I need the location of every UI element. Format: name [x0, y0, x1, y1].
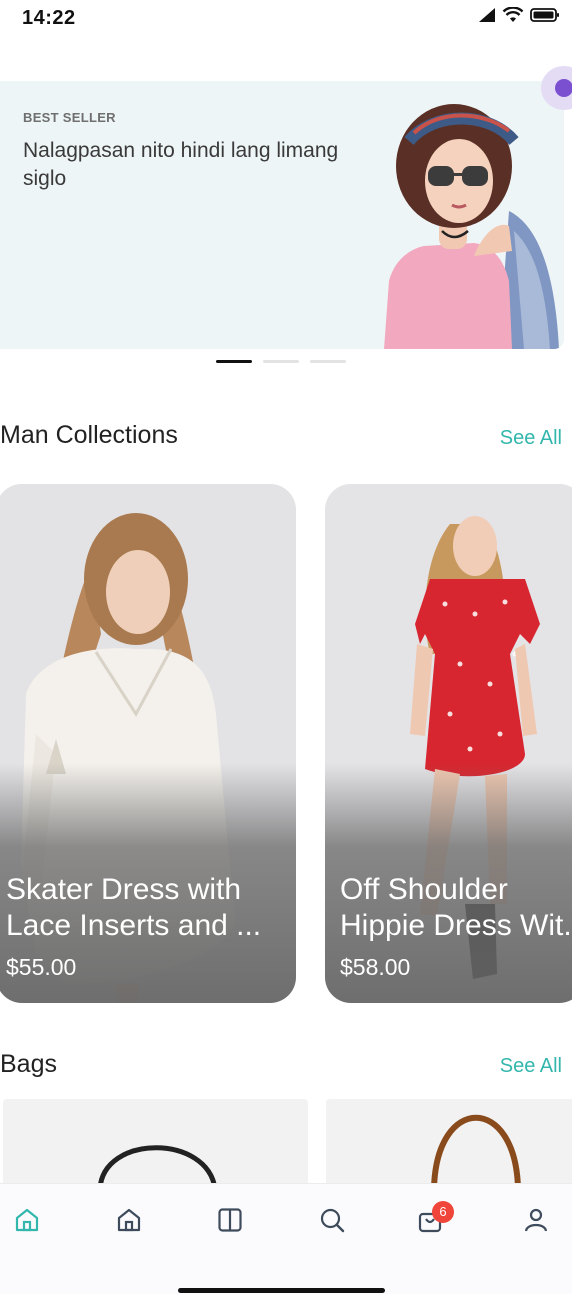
see-all-man-collections-link[interactable]: See All	[500, 427, 562, 450]
banner-title: Nalagpasan nito hindi lang limang siglo	[23, 139, 339, 190]
banner-model-image	[384, 104, 559, 349]
nav-profile[interactable]	[519, 1203, 553, 1237]
signal-icon	[479, 8, 495, 22]
product-card[interactable]: Skater Dress with Lace Inserts and ... $…	[0, 484, 296, 1003]
see-all-bags-link[interactable]: See All	[500, 1055, 562, 1078]
product-price: $58.00	[340, 954, 411, 980]
layout-icon	[218, 1208, 242, 1232]
product-name: Off Shoulder Hippie Dress Wit...	[340, 873, 572, 942]
nav-store[interactable]	[112, 1203, 146, 1237]
product-name: Skater Dress with Lace Inserts and ...	[6, 873, 262, 942]
product-card[interactable]: Off Shoulder Hippie Dress Wit... $58.00	[325, 484, 572, 1003]
home-indicator	[178, 1288, 385, 1293]
section-title-man-collections: Man Collections	[0, 421, 178, 449]
carousel-dot[interactable]	[310, 360, 346, 363]
profile-icon	[524, 1208, 548, 1232]
assistant-dot-icon	[555, 79, 572, 97]
bag-image	[431, 1114, 521, 1189]
bag-card[interactable]	[3, 1099, 308, 1189]
status-bar: 14:22	[0, 0, 572, 40]
section-title-bags: Bags	[0, 1050, 57, 1078]
carousel-dot[interactable]	[263, 360, 299, 363]
home-icon	[15, 1208, 39, 1232]
nav-search[interactable]	[315, 1203, 349, 1237]
wifi-icon	[502, 7, 524, 22]
carousel-dot-active[interactable]	[216, 360, 252, 363]
store-icon	[117, 1208, 141, 1232]
battery-icon	[530, 8, 559, 22]
cart-badge: 6	[432, 1201, 454, 1223]
search-icon	[320, 1208, 345, 1233]
nav-home[interactable]	[10, 1203, 44, 1237]
promo-banner[interactable]: BEST SELLER Nalagpasan nito hindi lang l…	[0, 81, 564, 349]
bag-image	[97, 1145, 218, 1189]
status-icons	[478, 7, 560, 23]
banner-tag: BEST SELLER	[23, 110, 116, 125]
carousel-indicator	[0, 360, 572, 364]
bottom-navigation: 6	[0, 1183, 572, 1294]
product-price: $55.00	[6, 954, 77, 980]
nav-layout[interactable]	[213, 1203, 247, 1237]
status-time: 14:22	[22, 7, 76, 29]
bag-card[interactable]	[326, 1099, 572, 1189]
